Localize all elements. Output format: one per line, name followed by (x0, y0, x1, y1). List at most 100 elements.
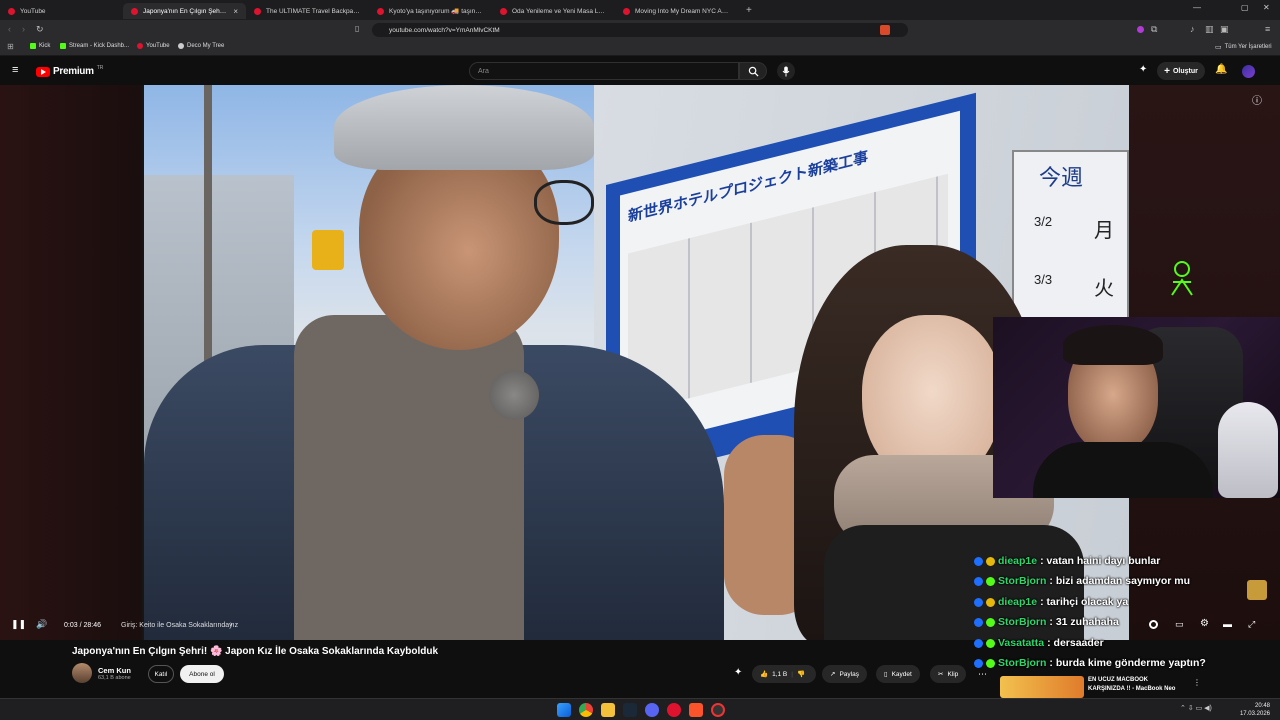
tab-backpack[interactable]: The ULTIMATE Travel Backpack for P (246, 3, 369, 19)
folder-icon: ▭ (1215, 44, 1222, 51)
chat-badge-icon (986, 658, 995, 668)
tab-label: Oda Yenileme ve Yeni Masa Lambası (512, 7, 607, 15)
youtube-logo[interactable]: Premium TR (36, 65, 103, 77)
recommended-title-line: EN UCUZ MACBOOK (1088, 677, 1148, 683)
wallet-icon[interactable]: ▣ (1220, 24, 1229, 35)
minimize-icon[interactable]: — (1193, 3, 1201, 12)
logo-text: Premium (53, 66, 94, 77)
menu-icon[interactable]: ≡ (1265, 24, 1270, 34)
windows-start-icon[interactable] (557, 703, 571, 717)
all-bookmarks[interactable]: ▭ Tüm Yer İşaretleri (1215, 43, 1272, 51)
reload-icon[interactable]: ↻ (36, 24, 44, 35)
youtube-favicon-icon (254, 7, 261, 15)
chat-badge-icon (986, 556, 995, 566)
chat-badge-icon (974, 638, 983, 648)
search-input[interactable]: Ara (469, 62, 739, 80)
channel-info[interactable]: Cem Kun 63,1 B abone (72, 663, 131, 683)
apps-grid-icon[interactable]: ⊞ (7, 42, 14, 51)
tab-label: Moving Into My Dream NYC Apartm (635, 7, 730, 15)
subscribe-button[interactable]: Abone ol (180, 665, 224, 683)
browser-tab-strip: YouTube Japonya'nın En Çılgın Şehri! 🌸 × … (0, 0, 1280, 20)
extensions-icon[interactable]: ⧉ (1151, 24, 1157, 35)
bookmark-deco-my-tree[interactable]: Deco My Tree (178, 43, 224, 49)
close-window-icon[interactable]: ✕ (1263, 3, 1270, 12)
chapter-title[interactable]: Giriş: Keito ile Osaka Sokaklarındayız (121, 622, 238, 629)
fullscreen-icon[interactable]: ⤢ (1248, 619, 1255, 630)
volume-icon[interactable]: 🔊 (36, 619, 47, 630)
chat-badge-icon (986, 576, 995, 586)
tab-current-video[interactable]: Japonya'nın En Çılgın Şehri! 🌸 × (123, 3, 246, 19)
file-explorer-icon[interactable] (601, 703, 615, 717)
channel-avatar[interactable] (72, 663, 92, 683)
kick-icon (60, 43, 66, 49)
pause-icon[interactable]: ❚❚ (11, 619, 26, 630)
man-shirt (294, 315, 524, 640)
steam-icon[interactable] (623, 703, 637, 717)
discord-icon[interactable] (645, 703, 659, 717)
search-icon (748, 66, 759, 77)
bookmarks-bar: ⊞ Kick Stream - Kick Dashb... YouTube De… (0, 40, 1280, 56)
video-title: Japonya'nın En Çılgın Şehri! 🌸 Japon Kız… (72, 646, 439, 657)
system-clock[interactable]: 20:48 17.03.2026 (1240, 702, 1270, 718)
like-button[interactable]: 👍 1,1 B | 👎 (752, 665, 816, 683)
cast-icon[interactable]: ✦ (1139, 64, 1147, 75)
forward-icon[interactable]: › (22, 24, 25, 34)
calendar-date: 3/3 (1034, 272, 1053, 287)
info-icon[interactable]: ⓘ (1252, 92, 1262, 107)
thumbs-down-icon[interactable]: 👎 (797, 670, 805, 678)
clip-button[interactable]: ✂ Klip (930, 665, 967, 683)
tab-youtube[interactable]: YouTube (0, 3, 123, 19)
join-button[interactable]: Katıl (148, 665, 174, 683)
plus-icon: + (1164, 65, 1170, 77)
more-options-icon[interactable]: ⋯ (978, 669, 987, 680)
calendar-day: 月 (1094, 218, 1114, 242)
extension-icon[interactable] (1137, 26, 1144, 33)
search-button[interactable] (739, 62, 767, 80)
recommended-video[interactable]: EN UCUZ MACBOOK KARŞINIZDA !! - MacBook … (1000, 676, 1201, 698)
chat-badge-icon (974, 658, 983, 668)
subtitles-icon[interactable]: ▭ (1175, 619, 1184, 630)
bookmark-kick[interactable]: Kick (30, 43, 50, 49)
chrome-icon[interactable] (579, 703, 593, 717)
recommended-title-line: KARŞINIZDA !! - MacBook Neo (1088, 686, 1176, 692)
share-button[interactable]: ↗ Paylaş (822, 665, 867, 683)
more-vert-icon[interactable]: ⋮ (1193, 678, 1201, 687)
microphone-icon (782, 66, 790, 76)
maximize-icon[interactable]: ▢ (1241, 3, 1249, 12)
chevron-right-icon[interactable]: › (230, 621, 232, 628)
bookmark-youtube[interactable]: YouTube (137, 43, 170, 49)
brave-shield-icon[interactable] (880, 25, 890, 35)
autoplay-toggle-icon[interactable] (1149, 620, 1158, 629)
close-tab-icon[interactable]: × (233, 7, 238, 16)
opera-icon[interactable] (667, 703, 681, 717)
kick-mascot-icon (1168, 260, 1196, 296)
new-tab-icon[interactable]: + (738, 5, 760, 16)
back-icon[interactable]: ‹ (8, 24, 11, 34)
sidebar-icon[interactable]: ▥ (1205, 24, 1214, 35)
hamburger-menu-icon[interactable]: ≡ (12, 64, 18, 76)
music-icon[interactable]: ♪ (1190, 24, 1195, 34)
settings-gear-icon[interactable]: ⚙ (1200, 618, 1209, 629)
recommended-thumbnail[interactable] (1000, 676, 1084, 698)
brave-icon[interactable] (689, 703, 703, 717)
theater-mode-icon[interactable]: ▬ (1223, 619, 1232, 629)
bookmark-icon[interactable]: ▯ (355, 24, 359, 33)
tab-nyc[interactable]: Moving Into My Dream NYC Apartm (615, 3, 738, 19)
tab-kyoto[interactable]: Kyoto'ya taşınıyorum 🚚 taşınmaya (369, 3, 492, 19)
voice-search-button[interactable] (777, 62, 795, 80)
avatar[interactable] (1242, 65, 1255, 78)
channel-name[interactable]: Cem Kun (98, 666, 131, 675)
youtube-play-logo-icon (36, 66, 50, 77)
system-tray-icons[interactable]: ⌃ ⇩ ▭ ◀) (1180, 704, 1212, 712)
sparkle-icon[interactable]: ✦ (734, 667, 742, 678)
youtube-favicon-icon (500, 7, 507, 15)
notifications-bell-icon[interactable]: 🔔 (1215, 64, 1227, 75)
obs-icon[interactable] (711, 703, 725, 717)
save-button[interactable]: ▯ Kaydet (876, 665, 920, 683)
chat-badge-icon (974, 556, 983, 566)
tab-oda[interactable]: Oda Yenileme ve Yeni Masa Lambası (492, 3, 615, 19)
url-field[interactable]: youtube.com/watch?v=YmAnMlvCKtM (372, 23, 908, 37)
create-button[interactable]: + Oluştur (1157, 62, 1205, 80)
bookmark-kick-dashboard[interactable]: Stream - Kick Dashb... (60, 43, 129, 49)
chat-badge-icon (986, 597, 995, 607)
